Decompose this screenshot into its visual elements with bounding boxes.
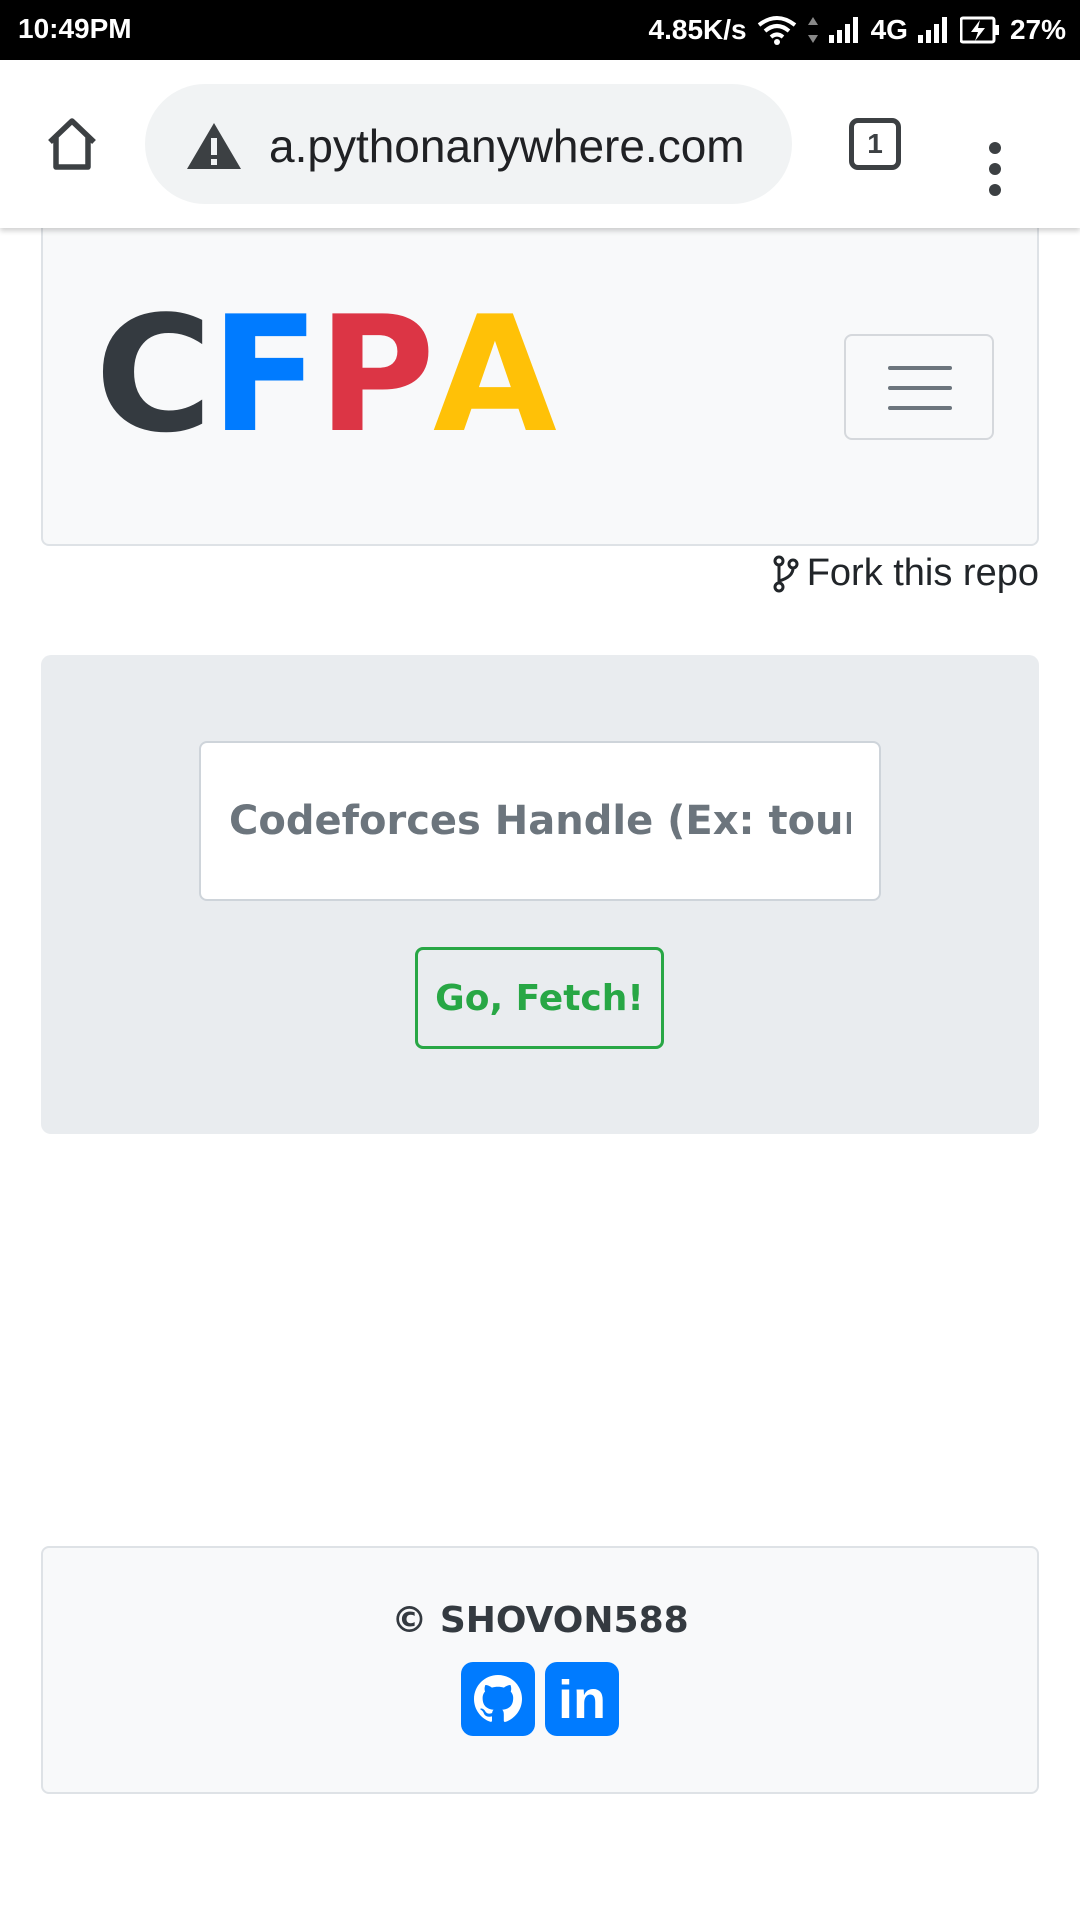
hamburger-icon (888, 366, 952, 370)
linkedin-icon: in (558, 1670, 606, 1730)
git-branch-icon (773, 555, 799, 592)
dot (989, 142, 1001, 154)
status-icons: 4.85K/s 4G 27% (649, 0, 1066, 60)
handle-form-panel: Go, Fetch! (41, 655, 1039, 1134)
signal-2-icon (917, 17, 950, 43)
hamburger-icon-bar (888, 406, 952, 410)
social-links: in (43, 1662, 1037, 1736)
address-bar[interactable]: a.pythonanywhere.com (145, 84, 792, 204)
site-footer: © SHOVON588 in (41, 1546, 1039, 1794)
status-bar: 10:49PM 4.85K/s 4G 27% (0, 0, 1080, 60)
net-speed: 4.85K/s (648, 14, 747, 45)
fork-repo-link[interactable]: Fork this repo (773, 552, 1039, 595)
linkedin-link[interactable]: in (545, 1662, 619, 1736)
navbar-toggler-button[interactable] (844, 334, 994, 440)
battery-level: 27% (1009, 14, 1066, 45)
more-options-button[interactable] (980, 142, 1010, 202)
logo-letter-a: A (432, 281, 557, 468)
logo-letter-p: P (317, 281, 435, 468)
network-type: 4G (870, 14, 908, 45)
github-icon (474, 1675, 522, 1722)
logo-letter-c: C (95, 281, 212, 468)
hamburger-icon-bar (888, 386, 952, 390)
battery-charging-icon (959, 16, 1000, 44)
github-link[interactable] (461, 1662, 535, 1736)
data-arrows-icon (807, 15, 819, 45)
logo-letter-f: F (210, 281, 319, 468)
warning-icon[interactable] (185, 121, 243, 176)
dot (989, 184, 1001, 196)
url-text[interactable]: a.pythonanywhere.com (269, 119, 745, 173)
dot (989, 163, 1001, 175)
site-navbar: C F P A (41, 215, 1039, 546)
wifi-icon (757, 15, 797, 45)
status-time: 10:49PM (18, 13, 132, 44)
browser-toolbar: a.pythonanywhere.com 1 (0, 60, 1080, 228)
go-fetch-button[interactable]: Go, Fetch! (415, 947, 664, 1049)
home-icon (48, 118, 96, 170)
tab-switcher-button[interactable]: 1 (849, 118, 901, 170)
signal-icon (828, 17, 861, 43)
home-button[interactable] (42, 114, 102, 174)
copyright-text: © SHOVON588 (391, 1600, 689, 1641)
fork-link-label: Fork this repo (806, 552, 1039, 594)
cfpa-logo[interactable]: C F P A (95, 281, 557, 468)
codeforces-handle-input[interactable] (199, 741, 881, 901)
